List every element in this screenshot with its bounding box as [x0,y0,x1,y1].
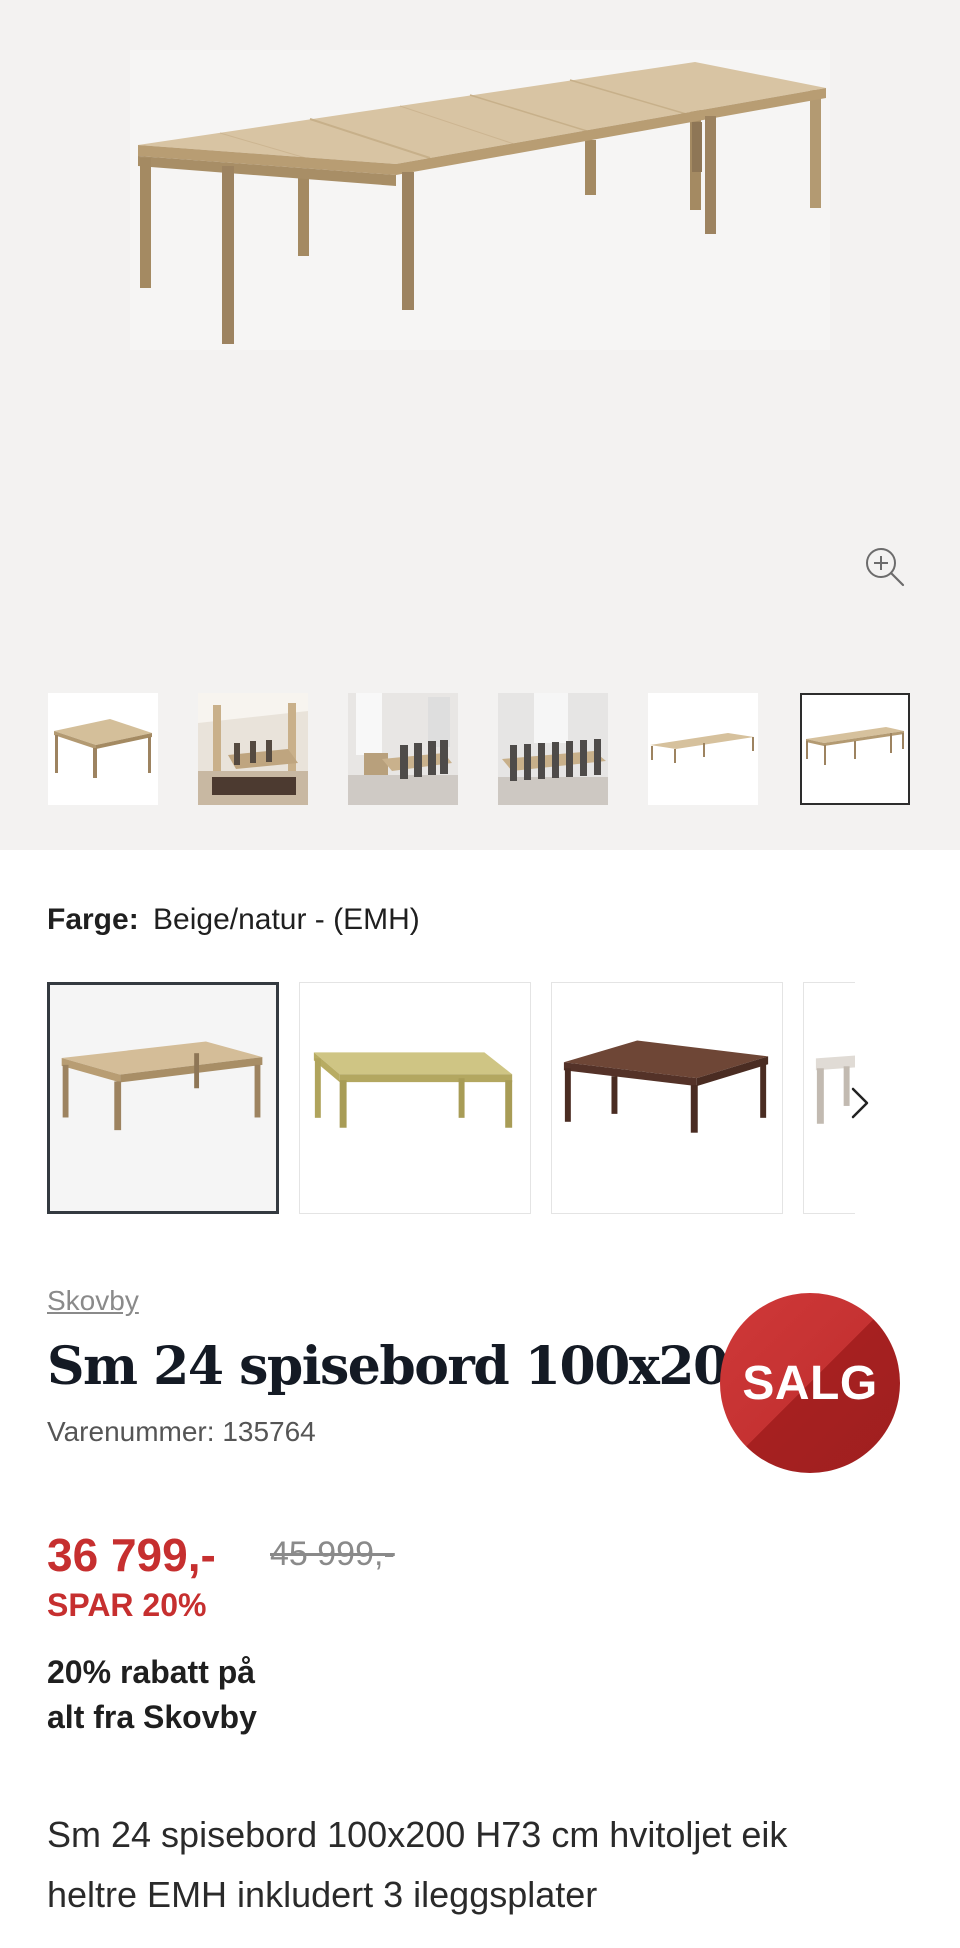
dining-room-chairs-thumbnail-icon [348,693,458,805]
long-table-chairs-thumbnail-icon [498,693,608,805]
extended-table-thumbnail-icon [650,733,754,763]
color-selector-label: Farge: Beige/natur - (EMH) [47,903,420,937]
thumbnail-3[interactable] [348,693,458,805]
extended-table-thumbnail-icon [806,727,904,765]
thumbnail-1[interactable] [48,693,158,805]
color-swatches [47,982,913,1214]
olive-table-swatch-icon [313,1052,513,1128]
table-thumbnail-icon [54,719,152,778]
chevron-right-icon [851,1087,869,1119]
promo-line-1: 20% rabatt på [47,1654,256,1690]
main-product-image[interactable] [0,0,960,660]
dining-room-thumbnail-icon [198,693,308,805]
current-price: 36 799,- [47,1529,216,1581]
extended-table-image [130,50,830,350]
beige-table-swatch-icon [61,1041,263,1131]
promo-line-2: alt fra Skovby [47,1699,257,1735]
swatch-walnut[interactable] [551,982,783,1214]
promo-text: 20% rabatt på alt fra Skovby [47,1650,257,1740]
product-gallery [0,0,960,850]
brand-link[interactable]: Skovby [47,1285,139,1317]
original-price: 45 999,- [270,1535,395,1573]
thumbnail-4[interactable] [498,693,608,805]
thumbnail-2[interactable] [198,693,308,805]
thumbnail-5[interactable] [648,693,758,805]
walnut-table-swatch-icon [563,1040,769,1133]
zoom-button[interactable] [858,540,912,594]
product-title: Sm 24 spisebord 100x200 [47,1336,764,1397]
thumbnail-strip [48,693,918,805]
color-value: Beige/natur - (EMH) [153,903,420,936]
product-sku: Varenummer: 135764 [47,1416,316,1447]
product-description: Sm 24 spisebord 100x200 H73 cm hvitoljet… [47,1814,788,1915]
savings-label: SPAR 20% [47,1587,207,1623]
sale-badge: SALG [720,1293,900,1473]
zoom-in-icon [866,548,905,587]
color-label: Farge: [47,903,139,936]
swatch-olive[interactable] [299,982,531,1214]
swatch-next-button[interactable] [840,1078,880,1128]
sale-badge-label: SALG [742,1356,878,1410]
thumbnail-6[interactable] [800,693,910,805]
swatch-beige-natur[interactable] [47,982,279,1214]
